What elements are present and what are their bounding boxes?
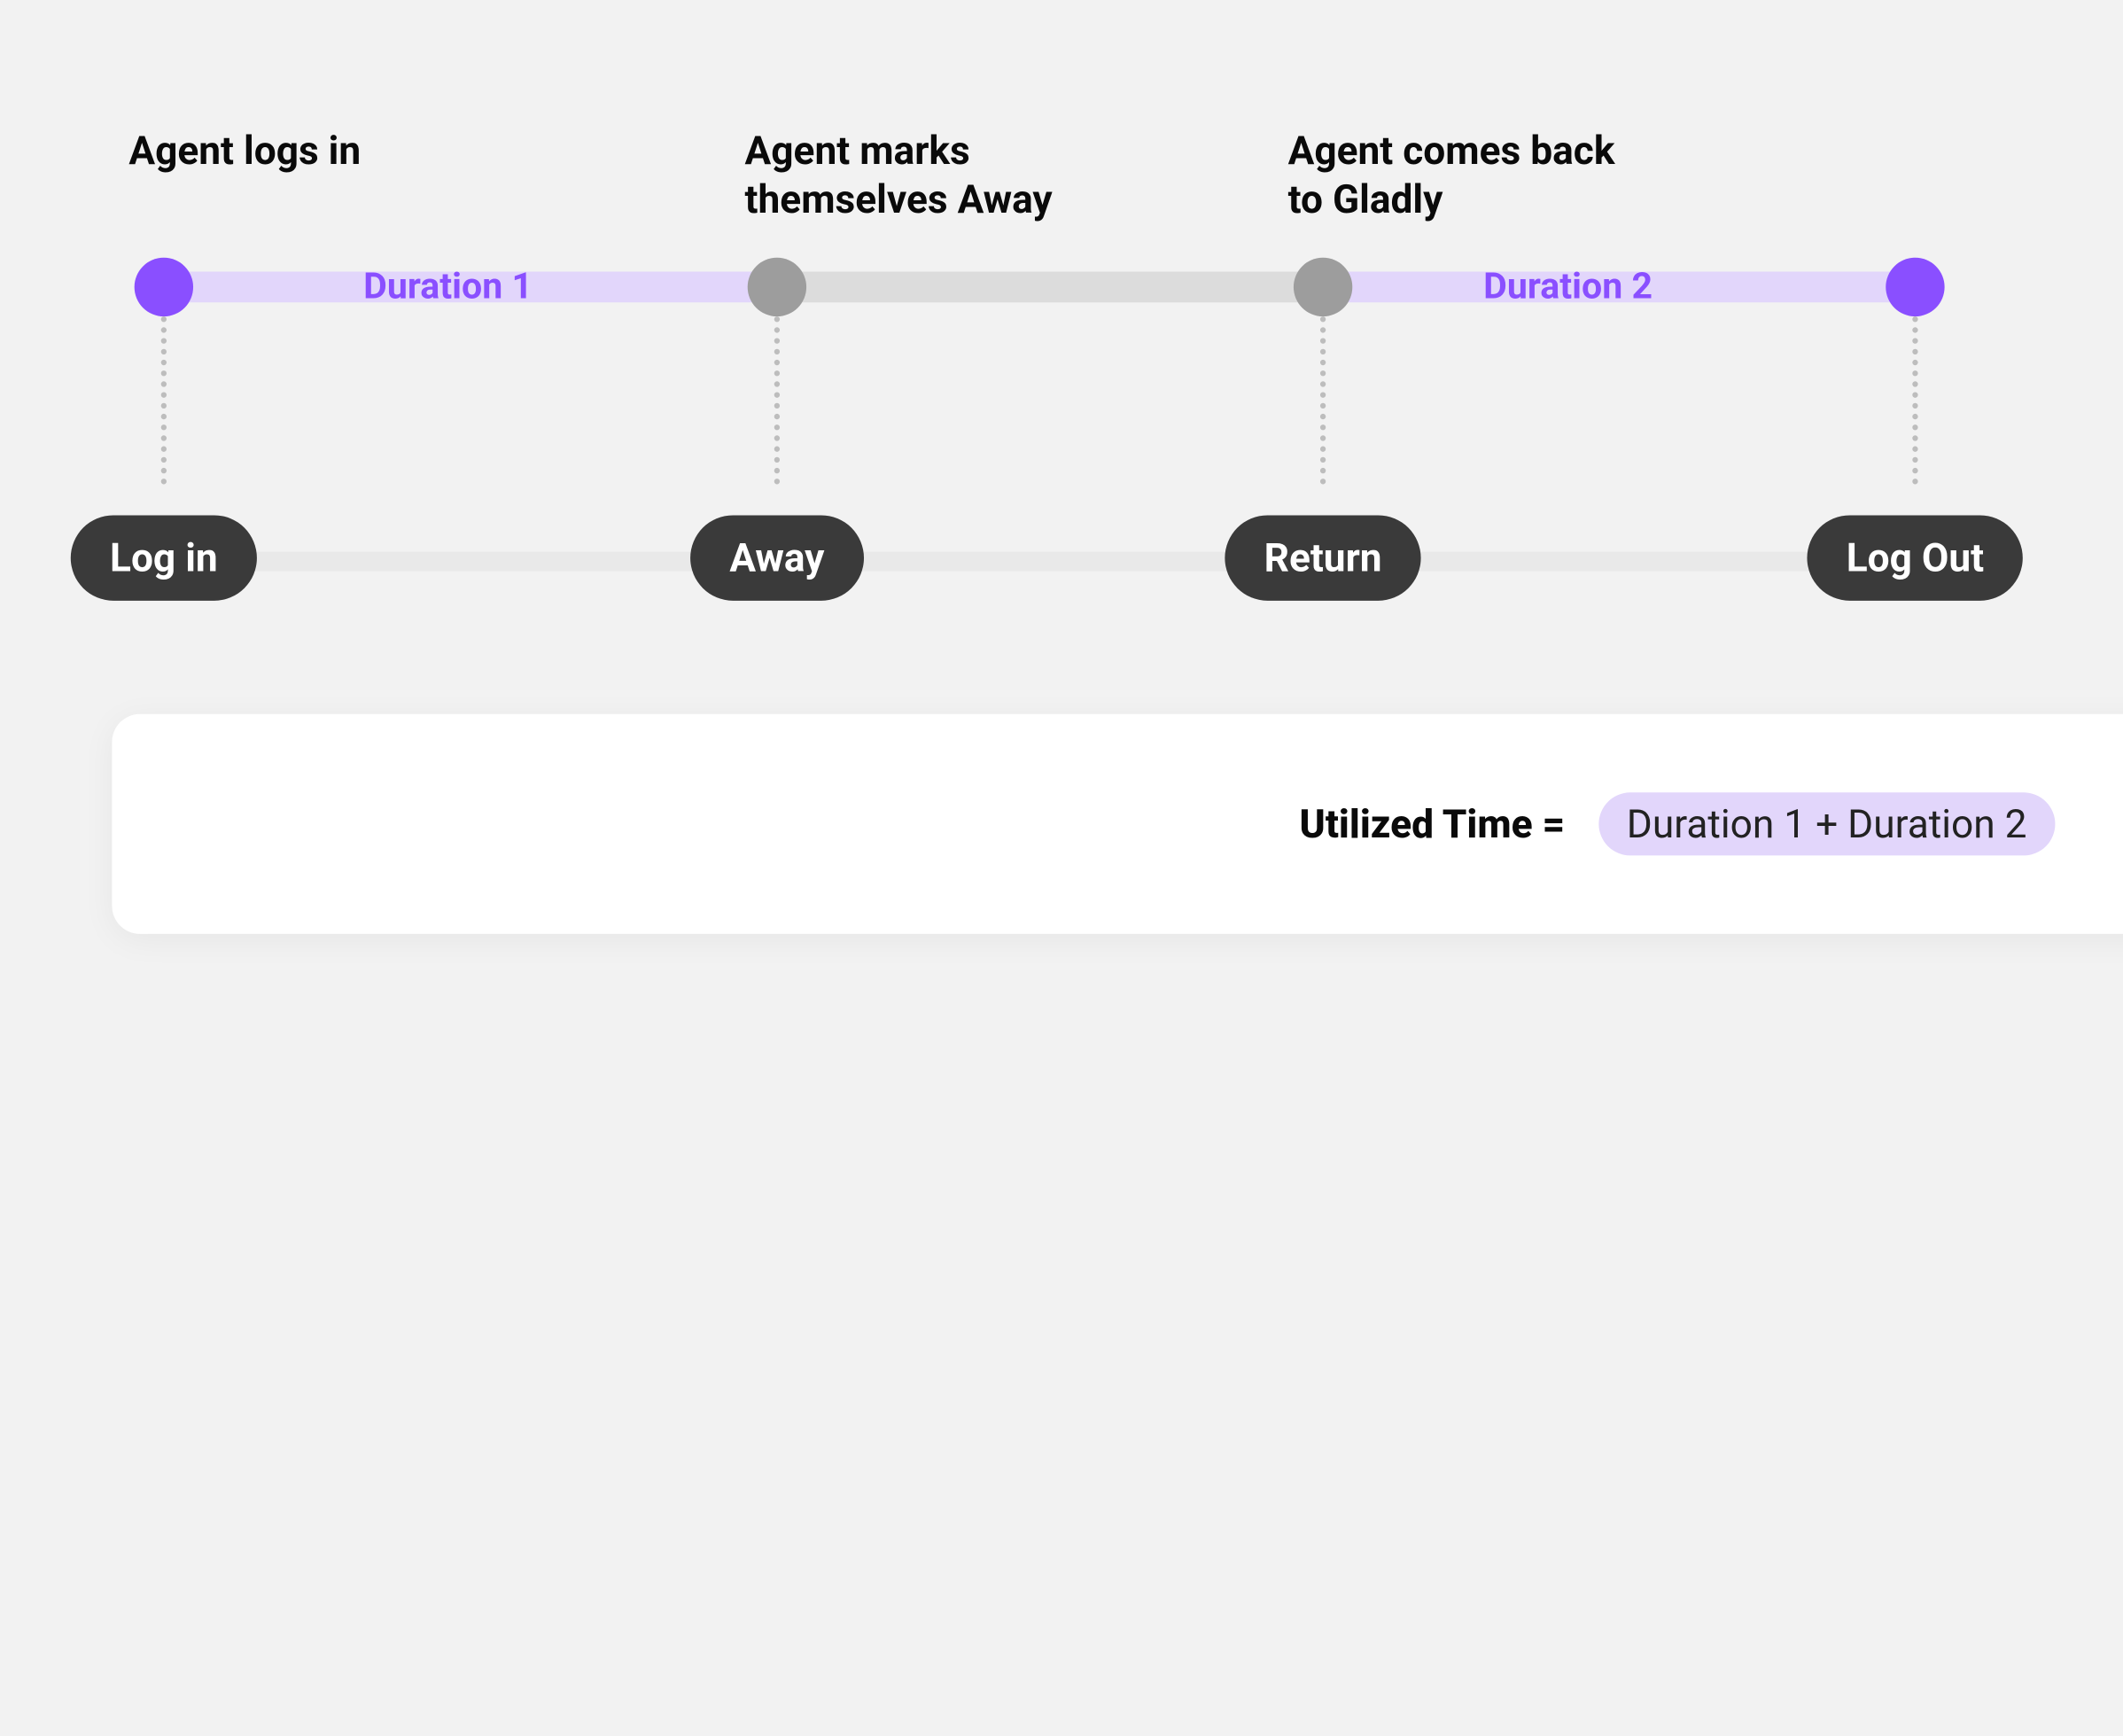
segment-idle (777, 272, 1323, 303)
pill-row-bar (164, 552, 1916, 572)
dot-login (135, 258, 193, 316)
event-label-away: Agent marks themselves Away (745, 126, 1137, 224)
timeline: Agent logs in Agent marks themselves Awa… (0, 84, 2123, 605)
connector-return (1320, 316, 1326, 485)
duration-1-label: Duration 1 (363, 266, 533, 307)
event-label-return: Agent comes back to Gladly (1288, 126, 1653, 224)
summary-lhs: Utilized Time = (1300, 801, 1566, 847)
duration-2-label: Duration 2 (1483, 266, 1653, 307)
pill-row: Log in Away Return Log Out (0, 515, 2123, 604)
connector-away (774, 316, 780, 485)
dot-return (1294, 258, 1352, 316)
connector-login (161, 316, 167, 485)
top-labels-row: Agent logs in Agent marks themselves Awa… (0, 84, 2123, 253)
dot-logout (1886, 258, 1944, 316)
pill-away: Away (690, 515, 864, 600)
dot-away (748, 258, 806, 316)
event-label-login: Agent logs in (128, 126, 361, 175)
pill-logout: Log Out (1807, 515, 2023, 600)
summary-rhs: Duration 1 + Duration 2 (1598, 792, 2055, 855)
timeline-bar: Duration 1 Duration 2 (0, 252, 2123, 319)
pill-login: Log in (71, 515, 257, 600)
pill-return: Return (1225, 515, 1420, 600)
summary-card: Utilized Time = Duration 1 + Duration 2 (112, 714, 2123, 934)
connector-logout (1912, 316, 1917, 485)
